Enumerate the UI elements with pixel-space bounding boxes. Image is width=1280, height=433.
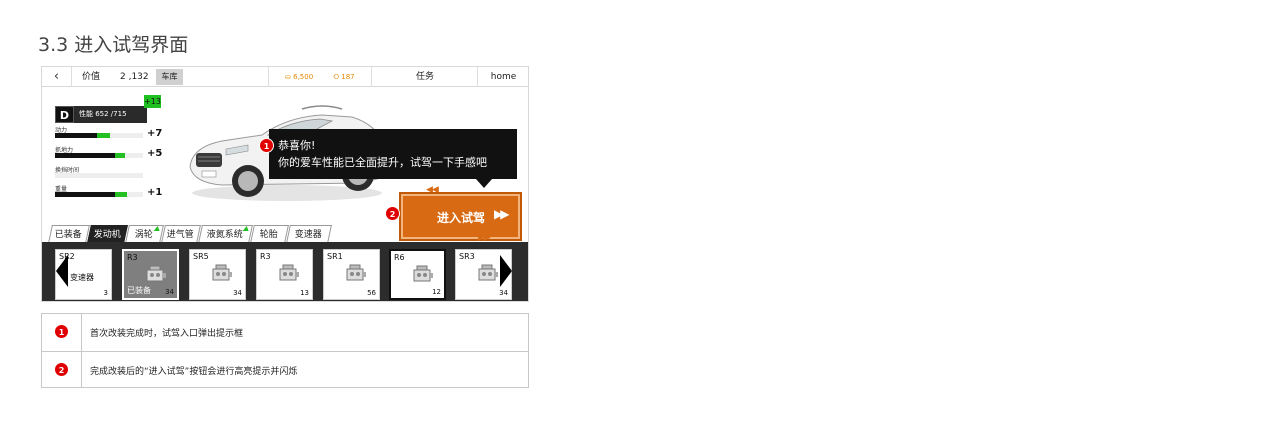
part-count: 34 <box>499 289 508 297</box>
note-marker: 1 <box>54 324 69 339</box>
stat-delta: +7 <box>147 128 163 139</box>
part-count: 34 <box>165 288 174 296</box>
engine-icon <box>212 264 232 281</box>
stat-row: 动力 +7 <box>55 125 165 145</box>
top-bar: ‹ 价值 2 ,132 车库 ⛀ 6,500 ⭘ 187 任务 home <box>42 67 528 87</box>
engine-icon <box>146 265 166 282</box>
popup-title: 恭喜你! <box>278 139 316 152</box>
stat-bar-base <box>55 192 115 197</box>
note-marker-cell: 1 <box>42 314 82 351</box>
value-amount: 2 ,132 <box>120 72 149 82</box>
stat-bar-gain <box>114 192 128 197</box>
tab-4[interactable]: 进气管 <box>161 225 201 243</box>
chevron-left-icon: ‹ <box>53 69 60 84</box>
stat-row: 重量 +1 <box>55 184 165 204</box>
part-card[interactable]: SR1 56 <box>323 249 380 300</box>
task-button[interactable]: 任务 <box>373 67 478 87</box>
part-card[interactable]: SR5 34 <box>189 249 246 300</box>
gold-amount: 6,500 <box>293 73 314 81</box>
enter-test-drive-button[interactable]: 进入试驾 ▶▶ <box>399 192 522 241</box>
part-name: R6 <box>394 253 405 262</box>
rank-badge: D <box>55 106 74 123</box>
stat-bar-gain <box>114 153 126 158</box>
engine-icon <box>346 264 366 281</box>
stat-bar <box>55 153 143 158</box>
stat-bar-base <box>55 133 98 138</box>
stat-delta: +5 <box>147 148 163 159</box>
stat-bar <box>55 192 143 197</box>
currency-display: ⛀ 6,500 ⭘ 187 <box>268 67 372 87</box>
note-marker-cell: 2 <box>42 352 82 388</box>
new-indicator-icon <box>242 226 250 231</box>
part-card[interactable]: R3 13 <box>256 249 313 300</box>
part-card[interactable]: R6 12 <box>389 249 446 300</box>
gem-amount: 187 <box>341 73 355 81</box>
stat-bar-base <box>55 153 115 158</box>
marker-badge-1: 1 <box>259 138 274 153</box>
tab-7[interactable]: 变速器 <box>286 225 332 243</box>
stat-row: 换挡时间 <box>55 165 165 185</box>
stat-bar <box>55 173 143 178</box>
note-row: 1 首次改装完成时，试驾入口弹出提示框 <box>42 314 528 351</box>
popup-tail <box>476 179 492 188</box>
parts-strip: SR3 34 R6 12 SR1 56 R3 13 SR5 34 R3 已装备 34 SR2 变速器 3 <box>42 242 528 301</box>
equipped-label: 已装备 <box>127 286 151 295</box>
performance-boost: +13 <box>144 95 161 108</box>
engine-icon <box>413 265 433 282</box>
fast-forward-icon: ▶▶ <box>494 207 510 221</box>
note-marker: 2 <box>54 362 69 377</box>
back-button[interactable]: ‹ <box>42 67 72 87</box>
scroll-right-icon[interactable] <box>500 255 512 287</box>
part-name: SR1 <box>327 252 343 261</box>
popup-message: 你的爱车性能已全面提升，试驾一下手感吧 <box>278 156 487 169</box>
tab-3[interactable]: 涡轮 <box>125 225 164 243</box>
part-count: 12 <box>432 288 441 296</box>
game-screen-mockup: ‹ 价值 2 ,132 车库 ⛀ 6,500 ⭘ 187 任务 home D 性… <box>41 66 529 302</box>
new-indicator-icon <box>153 226 161 231</box>
note-text: 首次改装完成时，试驾入口弹出提示框 <box>90 329 244 339</box>
tab-5[interactable]: 液氮系统 <box>198 225 253 243</box>
page-title: 3.3 进入试驾界面 <box>38 34 189 56</box>
performance-panel: D 性能 652 /715 <box>55 106 147 123</box>
note-row: 2 完成改装后的“进入试驾”按钮会进行高亮提示并闪烁 <box>42 351 528 388</box>
marker-badge-2: 2 <box>385 206 400 221</box>
part-count: 56 <box>367 289 376 297</box>
tab-2[interactable]: 发动机 <box>87 225 128 243</box>
gem-icon: ⭘ <box>333 73 339 81</box>
part-count: 13 <box>300 289 309 297</box>
stat-row: 抓地力 +5 <box>55 145 165 165</box>
engine-icon <box>478 264 498 281</box>
notes-table: 1 首次改装完成时，试驾入口弹出提示框 2 完成改装后的“进入试驾”按钮会进行高亮提示… <box>41 313 529 388</box>
part-category: 变速器 <box>70 273 94 282</box>
garage-button[interactable]: 车库 <box>156 69 183 85</box>
engine-icon <box>279 264 299 281</box>
part-name: R3 <box>127 253 138 262</box>
part-name: SR5 <box>193 252 209 261</box>
home-button[interactable]: home <box>479 67 528 87</box>
note-text: 完成改装后的“进入试驾”按钮会进行高亮提示并闪烁 <box>90 367 298 377</box>
gold-icon: ⛀ <box>285 73 291 81</box>
test-drive-popup: 恭喜你! 你的爱车性能已全面提升，试驾一下手感吧 <box>269 129 517 179</box>
scroll-left-icon[interactable] <box>56 255 68 287</box>
part-card[interactable]: R3 已装备 34 <box>122 249 179 300</box>
stat-bar <box>55 133 143 138</box>
enter-test-drive-label: 进入试驾 <box>437 211 486 225</box>
stat-bar-gain <box>97 133 110 138</box>
tab-6[interactable]: 轮胎 <box>250 225 289 243</box>
performance-value: 性能 652 /715 <box>79 110 127 118</box>
tab-1[interactable]: 已装备 <box>48 225 90 243</box>
value-label: 价值 <box>82 72 101 82</box>
part-count: 34 <box>233 289 242 297</box>
part-name: R3 <box>260 252 271 261</box>
part-name: SR3 <box>459 252 475 261</box>
stat-delta: +1 <box>147 187 163 198</box>
part-count: 3 <box>103 289 108 297</box>
